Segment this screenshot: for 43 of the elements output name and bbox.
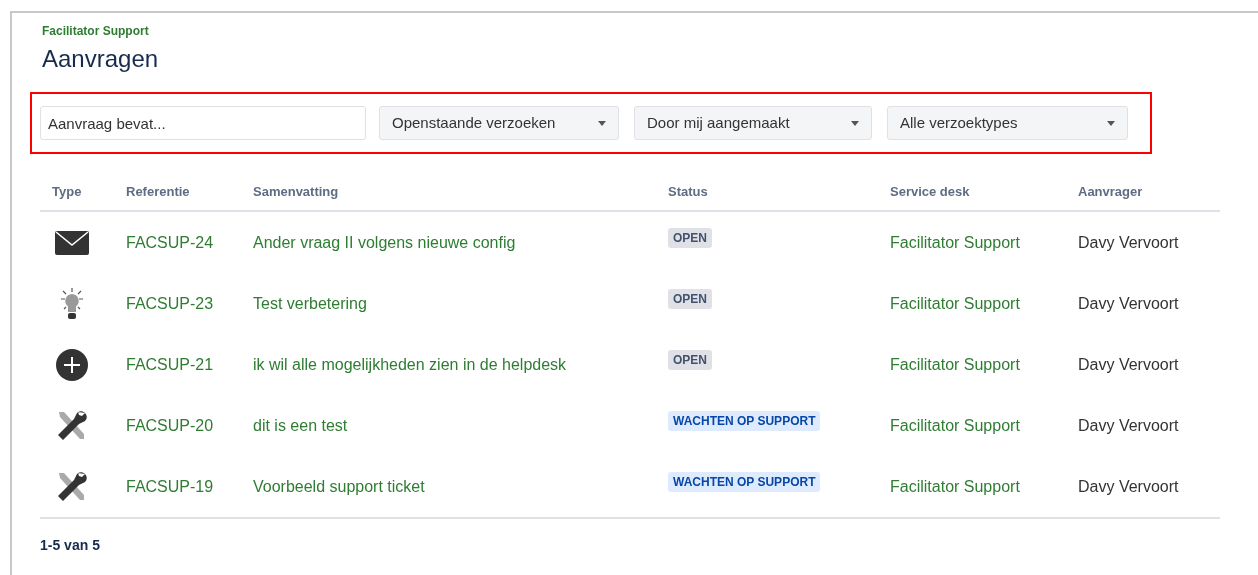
requester-name: Davy Vervoort: [1078, 476, 1179, 497]
status-lozenge: WACHTEN OP SUPPORT: [668, 410, 821, 431]
summary-link[interactable]: ik wil alle mogelijkheden zien in de helpdesk: [253, 352, 567, 377]
service-desk-link[interactable]: Facilitator Support: [890, 230, 1020, 255]
summary-link[interactable]: Test verbetering: [253, 291, 367, 316]
caret-icon: [1107, 120, 1115, 126]
service-desk-link[interactable]: Facilitator Support: [890, 413, 1020, 438]
column-header: Type: [52, 183, 82, 202]
service-desk-link[interactable]: Facilitator Support: [890, 291, 1020, 316]
column-header: Status: [668, 183, 708, 202]
status-lozenge: OPEN: [668, 349, 712, 370]
status-lozenge: OPEN: [668, 227, 712, 248]
reference-link[interactable]: FACSUP-21: [126, 352, 214, 377]
breadcrumb-link[interactable]: Facilitator Support: [42, 22, 149, 40]
status-lozenge: OPEN: [668, 288, 712, 309]
caret-icon: [598, 120, 606, 126]
search-field[interactable]: Aanvraag bevat...: [40, 106, 366, 140]
pagination-count: 1-5 van 5: [40, 536, 100, 555]
reference-link[interactable]: FACSUP-20: [126, 413, 214, 438]
requester-name: Davy Vervoort: [1078, 232, 1179, 253]
reference-link[interactable]: FACSUP-23: [126, 291, 214, 316]
status-lozenge: WACHTEN OP SUPPORT: [668, 471, 821, 492]
filter-dropdown[interactable]: Door mij aangemaakt: [634, 106, 872, 140]
caret-icon: [851, 120, 859, 126]
summary-link[interactable]: dit is een test: [253, 413, 348, 438]
reference-link[interactable]: FACSUP-24: [126, 230, 214, 255]
column-header: Samenvatting: [253, 183, 339, 202]
service-desk-link[interactable]: Facilitator Support: [890, 352, 1020, 377]
page-title: Aanvragen: [42, 44, 159, 74]
reference-link[interactable]: FACSUP-19: [126, 474, 214, 499]
plus-circle-icon: [56, 348, 88, 381]
requester-name: Davy Vervoort: [1078, 354, 1179, 375]
column-header: Aanvrager: [1078, 183, 1143, 202]
requester-name: Davy Vervoort: [1078, 293, 1179, 314]
summary-link[interactable]: Ander vraag II volgens nieuwe config: [253, 230, 516, 255]
filter-dropdown[interactable]: Alle verzoektypes: [887, 106, 1128, 140]
envelope-icon: [55, 230, 89, 255]
summary-link[interactable]: Voorbeeld support ticket: [253, 474, 425, 499]
column-header: Service desk: [890, 183, 970, 202]
service-desk-link[interactable]: Facilitator Support: [890, 474, 1020, 499]
filter-dropdown[interactable]: Openstaande verzoeken: [379, 106, 619, 140]
column-header: Referentie: [126, 183, 190, 202]
requester-name: Davy Vervoort: [1078, 415, 1179, 436]
